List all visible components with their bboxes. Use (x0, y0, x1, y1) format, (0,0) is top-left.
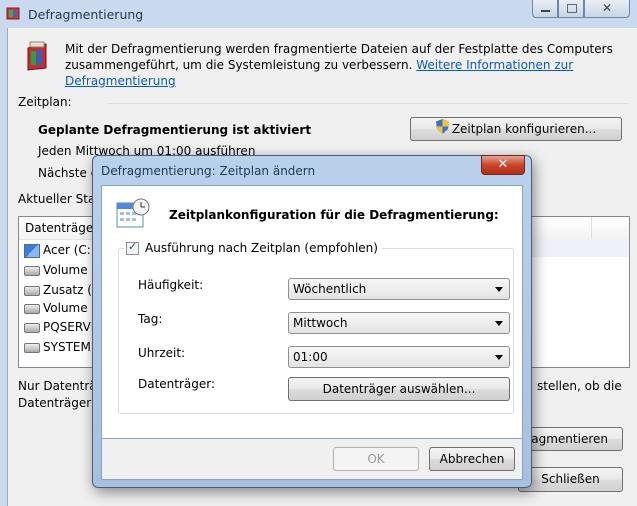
window-close-button[interactable]: ✕ (584, 0, 630, 18)
frequency-select[interactable]: Wöchentlich (288, 278, 510, 300)
chevron-down-icon (495, 321, 503, 326)
uac-shield-icon (435, 118, 449, 141)
day-value: Mittwoch (293, 316, 348, 330)
maximize-icon (567, 4, 577, 13)
day-select[interactable]: Mittwoch (288, 312, 510, 334)
day-label: Tag: (138, 312, 163, 326)
volume-label: Volume ( (43, 301, 97, 315)
column-header-disk[interactable]: Datenträger (25, 221, 98, 235)
time-value: 01:00 (293, 350, 328, 364)
window-title: Defragmentierung (28, 7, 144, 22)
defrag-large-icon (24, 40, 50, 72)
dialog-body: Zeitplankonfiguration für die Defragment… (101, 185, 523, 439)
calendar-clock-icon (116, 198, 150, 230)
defrag-icon (6, 6, 20, 20)
volume-row-c[interactable]: Acer (C:) (24, 243, 96, 261)
close-main-button[interactable]: Schließen (518, 467, 623, 492)
configure-button-label: Zeitplan konfigurieren... (451, 122, 597, 136)
checkbox-checked-icon[interactable]: ✓ (126, 240, 139, 255)
note-right: stellen, ob die (537, 379, 622, 393)
drive-icon (24, 303, 40, 314)
chevron-down-icon (495, 355, 503, 360)
drive-icon (24, 285, 40, 296)
system-drive-icon (24, 243, 40, 258)
frequency-value: Wöchentlich (293, 282, 367, 296)
schedule-separator (108, 103, 628, 104)
frequency-label: Häufigkeit: (138, 278, 204, 292)
ok-button[interactable]: OK (333, 447, 419, 471)
checkbox-label: Ausführung nach Zeitplan (empfohlen) (145, 241, 378, 255)
intro-paragraph: Mit der Defragmentierung werden fragment… (65, 41, 625, 89)
drive-icon (24, 265, 40, 276)
dialog-close-button[interactable]: ✕ (481, 155, 525, 175)
maximize-button[interactable] (558, 0, 584, 18)
volume-label: Acer (C:) (43, 243, 96, 257)
minimize-button[interactable] (532, 0, 558, 18)
drive-icon (24, 322, 40, 333)
drive-icon (24, 342, 40, 353)
chevron-down-icon (495, 287, 503, 292)
minimize-icon (541, 10, 550, 12)
disks-label: Datenträger: (138, 377, 216, 391)
volume-row-4[interactable]: Volume ( (24, 301, 96, 319)
dialog-heading: Zeitplankonfiguration für die Defragment… (169, 208, 499, 222)
selected-row-remnant (519, 239, 629, 257)
cancel-button[interactable]: Abbrechen (429, 447, 515, 471)
configure-schedule-button[interactable]: Zeitplan konfigurieren... (410, 117, 622, 141)
time-select[interactable]: 01:00 (288, 346, 510, 368)
select-disks-button[interactable]: Datenträger auswählen... (288, 377, 510, 401)
schedule-checkbox-row[interactable]: ✓ Ausführung nach Zeitplan (empfohlen) (124, 240, 382, 255)
dialog-footer: OK Abbrechen (101, 439, 523, 480)
schedule-dialog: Defragmentierung: Zeitplan ändern ✕ Zeit… (92, 155, 532, 488)
close-icon: ✕ (601, 1, 613, 15)
column-divider (591, 217, 592, 239)
dialog-title: Defragmentierung: Zeitplan ändern (101, 164, 316, 178)
volume-row-5[interactable]: PQSERVIC (24, 320, 103, 338)
schedule-status: Geplante Defragmentierung ist aktiviert (38, 123, 312, 137)
schedule-section-label: Zeitplan: (18, 95, 72, 109)
time-label: Uhrzeit: (138, 346, 186, 360)
close-icon: ✕ (497, 157, 509, 172)
